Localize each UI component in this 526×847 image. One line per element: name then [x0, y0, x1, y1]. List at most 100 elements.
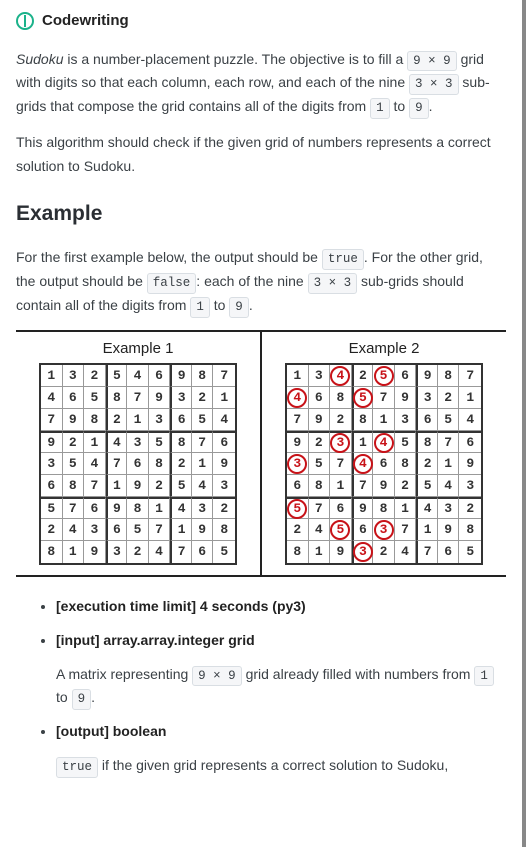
sudoku-cell: 2 — [63, 431, 85, 453]
sudoku-cell: 4 — [84, 453, 106, 475]
sudoku-cell: 3 — [84, 519, 106, 541]
sudoku-cell: 4 — [287, 387, 309, 409]
sudoku-cell: 4 — [330, 365, 352, 387]
sudoku-cell: 4 — [352, 453, 374, 475]
sudoku-cell: 6 — [170, 409, 192, 431]
sudoku-cell: 5 — [41, 497, 63, 519]
sudoku-cell: 9 — [438, 519, 460, 541]
sudoku-cell: 3 — [127, 431, 149, 453]
sudoku-cell: 2 — [192, 387, 214, 409]
sudoku-cell: 2 — [41, 519, 63, 541]
sudoku-cell: 5 — [309, 453, 331, 475]
sudoku-cell: 9 — [309, 409, 331, 431]
sudoku-cell: 1 — [41, 365, 63, 387]
sudoku-cell: 3 — [330, 431, 352, 453]
sudoku-row: 792813654 — [287, 409, 481, 431]
subgrid-dim-code: 3 × 3 — [308, 273, 358, 294]
sudoku-cell: 2 — [287, 519, 309, 541]
one-code: 1 — [370, 98, 390, 119]
sudoku-cell: 7 — [395, 519, 417, 541]
spec-output-desc: true if the given grid represents a corr… — [56, 754, 506, 778]
sudoku-cell: 4 — [127, 365, 149, 387]
sudoku-cell: 7 — [170, 541, 192, 563]
sudoku-cell: 9 — [106, 497, 128, 519]
true-code: true — [56, 757, 98, 778]
sudoku-cell: 3 — [170, 387, 192, 409]
sudoku-cell: 3 — [395, 409, 417, 431]
sudoku-row: 354768219 — [41, 453, 235, 475]
sudoku-cell: 3 — [416, 387, 438, 409]
sudoku-row: 819324765 — [41, 541, 235, 563]
sudoku-cell: 7 — [63, 497, 85, 519]
spec-output: [output] boolean true if the given grid … — [56, 720, 506, 778]
sudoku-cell: 4 — [106, 431, 128, 453]
sudoku-cell: 7 — [330, 453, 352, 475]
sudoku-cell: 6 — [330, 497, 352, 519]
sudoku-row: 245637198 — [287, 519, 481, 541]
sudoku-cell: 9 — [84, 541, 106, 563]
sudoku-cell: 8 — [213, 519, 235, 541]
nine-code: 9 — [409, 98, 429, 119]
sudoku-cell: 1 — [309, 541, 331, 563]
sudoku-row: 243657198 — [41, 519, 235, 541]
sudoku-cell: 1 — [287, 365, 309, 387]
sudoku-cell: 6 — [149, 365, 171, 387]
sudoku-cell: 7 — [309, 497, 331, 519]
sudoku-cell: 4 — [170, 497, 192, 519]
sudoku-cell: 8 — [395, 453, 417, 475]
sudoku-cell: 7 — [352, 475, 374, 497]
sudoku-cell: 9 — [63, 409, 85, 431]
sudoku-cell: 2 — [309, 431, 331, 453]
sudoku-cell: 9 — [192, 519, 214, 541]
sudoku-row: 923145876 — [287, 431, 481, 453]
sudoku-cell: 6 — [127, 453, 149, 475]
grid-dim-code: 9 × 9 — [192, 666, 242, 687]
sudoku-cell: 6 — [213, 431, 235, 453]
sudoku-cell: 8 — [352, 409, 374, 431]
section-header: Codewriting — [16, 8, 506, 34]
sudoku-cell: 8 — [287, 541, 309, 563]
sudoku-cell: 3 — [373, 519, 395, 541]
spec-input-desc: A matrix representing 9 × 9 grid already… — [56, 663, 506, 711]
sudoku-cell: 4 — [395, 541, 417, 563]
sudoku-cell: 6 — [373, 453, 395, 475]
sudoku-cell: 1 — [106, 475, 128, 497]
sudoku-cell: 9 — [287, 431, 309, 453]
sudoku-cell: 7 — [192, 431, 214, 453]
sudoku-cell: 2 — [459, 497, 481, 519]
sudoku-cell: 1 — [63, 541, 85, 563]
sudoku-cell: 1 — [192, 453, 214, 475]
sudoku-row: 132546987 — [41, 365, 235, 387]
examples-container: Example 1 132546987465879321798213654921… — [16, 330, 506, 578]
sudoku-cell: 7 — [416, 541, 438, 563]
sudoku-cell: 1 — [149, 497, 171, 519]
sudoku-cell: 9 — [330, 541, 352, 563]
sudoku-cell: 9 — [395, 387, 417, 409]
sudoku-cell: 5 — [287, 497, 309, 519]
sudoku-cell: 4 — [192, 475, 214, 497]
sudoku-cell: 6 — [106, 519, 128, 541]
sudoku-cell: 6 — [63, 387, 85, 409]
sudoku-cell: 4 — [416, 497, 438, 519]
sudoku-cell: 5 — [416, 475, 438, 497]
sudoku-row: 465879321 — [41, 387, 235, 409]
sudoku-row: 681792543 — [287, 475, 481, 497]
sudoku-row: 468579321 — [287, 387, 481, 409]
sudoku-cell: 8 — [41, 541, 63, 563]
sudoku-cell: 8 — [438, 365, 460, 387]
sudoku-row: 921435876 — [41, 431, 235, 453]
sudoku-cell: 6 — [459, 431, 481, 453]
sudoku-cell: 5 — [63, 453, 85, 475]
sudoku-cell: 6 — [352, 519, 374, 541]
grid-dim-code: 9 × 9 — [407, 51, 457, 72]
sudoku-cell: 3 — [352, 541, 374, 563]
sudoku-row: 134256987 — [287, 365, 481, 387]
sudoku-row: 576981432 — [287, 497, 481, 519]
sudoku-cell: 5 — [84, 387, 106, 409]
sudoku-cell: 2 — [170, 453, 192, 475]
sudoku-cell: 5 — [395, 431, 417, 453]
sudoku-cell: 8 — [149, 453, 171, 475]
sudoku-cell: 4 — [459, 409, 481, 431]
sudoku-row: 798213654 — [41, 409, 235, 431]
sudoku-cell: 7 — [127, 387, 149, 409]
